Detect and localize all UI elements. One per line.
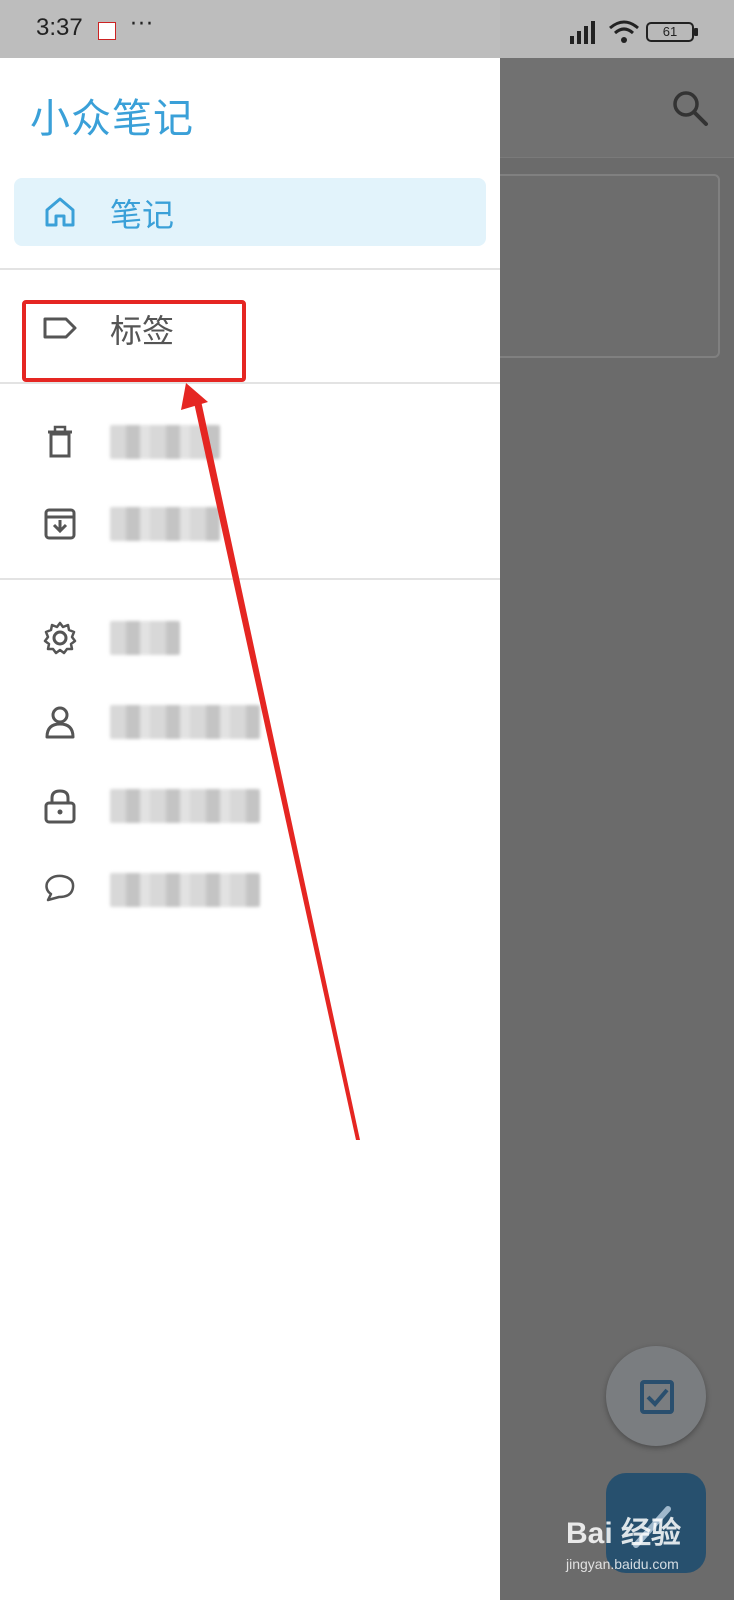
status-time: 3:37 [36,14,83,41]
nav-item-privacy[interactable] [14,772,486,840]
archive-icon [44,508,76,540]
nav-label-privacy [110,789,260,823]
wifi-icon [609,20,639,43]
chat-icon [45,874,75,902]
signal-icon [570,21,595,44]
nav-label-trash [110,425,220,459]
nav-label-settings [110,621,180,655]
nav-item-archive[interactable] [14,490,486,558]
home-icon [45,197,75,227]
gear-icon [43,621,77,655]
checklist-fab[interactable] [606,1346,706,1446]
note-card[interactable] [470,174,720,358]
checkbox-icon [640,1380,674,1414]
divider [0,578,500,580]
search-icon[interactable] [670,88,710,128]
nav-label-user [110,705,260,739]
more-notifications-icon: ··· [130,12,154,37]
battery-tip [694,28,698,36]
nav-item-settings[interactable] [14,604,486,672]
divider [0,382,500,384]
nav-item-contact[interactable] [14,856,486,924]
nav-item-trash[interactable] [14,408,486,476]
watermark-url: jingyan.baidu.com [566,1556,679,1572]
nav-item-user[interactable] [14,688,486,756]
notification-icon [98,22,116,40]
divider [0,268,500,270]
user-icon [45,706,75,739]
watermark-logo: Bai 经验 [566,1517,682,1550]
nav-label-notes: 笔记 [110,196,175,234]
nav-item-notes[interactable]: 笔记 [14,178,486,246]
nav-label-archive [110,507,220,541]
status-bar: 3:37 ··· 61 [0,0,734,58]
lock-icon [44,789,76,824]
battery-indicator: 61 [646,22,694,42]
drawer-title: 小众笔记 [30,96,194,142]
annotation-highlight-box [22,300,246,382]
trash-icon [48,425,72,458]
navigation-drawer: 小众笔记 笔记 标签 [0,58,500,1600]
nav-label-contact [110,873,260,907]
